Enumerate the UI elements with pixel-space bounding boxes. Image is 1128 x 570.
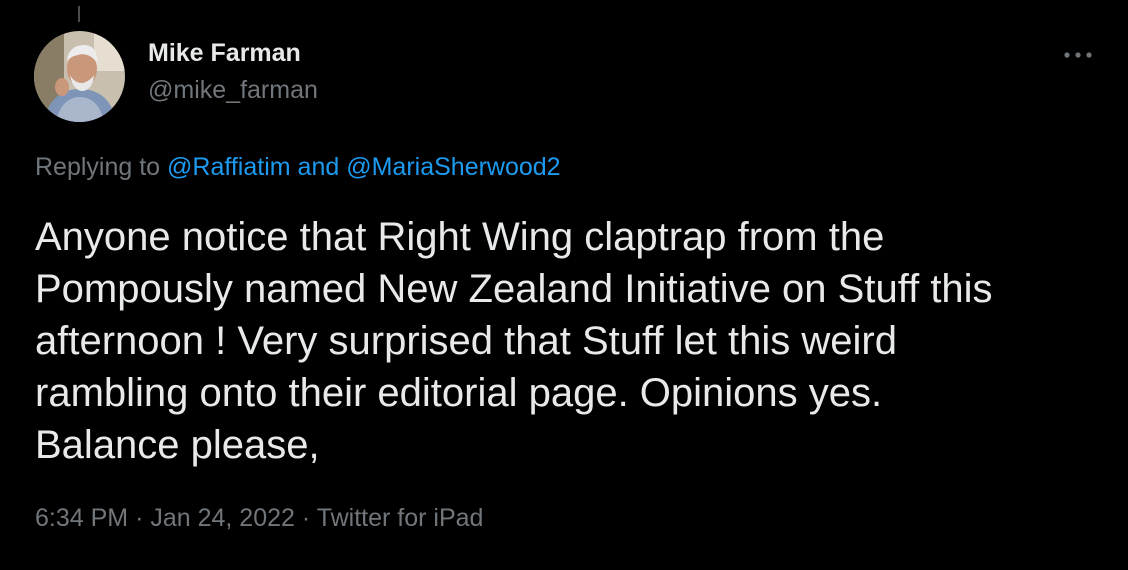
meta-separator: · bbox=[301, 504, 311, 532]
author-handle[interactable]: @mike_farman bbox=[148, 76, 318, 105]
tweet-text: Anyone notice that Right Wing claptrap f… bbox=[35, 215, 993, 467]
meta-separator: · bbox=[135, 504, 144, 532]
profile-photo-icon bbox=[34, 31, 125, 122]
tweet-meta: 6:34 PM · Jan 24, 2022 · Twitter for iPa… bbox=[35, 504, 483, 533]
more-options-button[interactable] bbox=[1056, 38, 1100, 72]
replying-to-line: Replying to @Raffiatim and @MariaSherwoo… bbox=[35, 153, 561, 182]
author-display-name[interactable]: Mike Farman bbox=[148, 39, 301, 68]
tweet-timestamp-time[interactable]: 6:34 PM bbox=[35, 504, 128, 532]
avatar[interactable] bbox=[34, 31, 125, 122]
tweet-source-link[interactable]: Twitter for iPad bbox=[317, 504, 484, 532]
replying-to-label: Replying to bbox=[35, 153, 161, 181]
mention-link-raffiatim[interactable]: @Raffiatim bbox=[167, 153, 291, 181]
mention-conjunction[interactable]: and bbox=[298, 153, 340, 181]
tweet-timestamp-date[interactable]: Jan 24, 2022 bbox=[150, 504, 295, 532]
thread-connector-line bbox=[78, 6, 80, 22]
more-horizontal-icon bbox=[1064, 52, 1092, 58]
mention-link-mariasherwood2[interactable]: @MariaSherwood2 bbox=[346, 153, 560, 181]
